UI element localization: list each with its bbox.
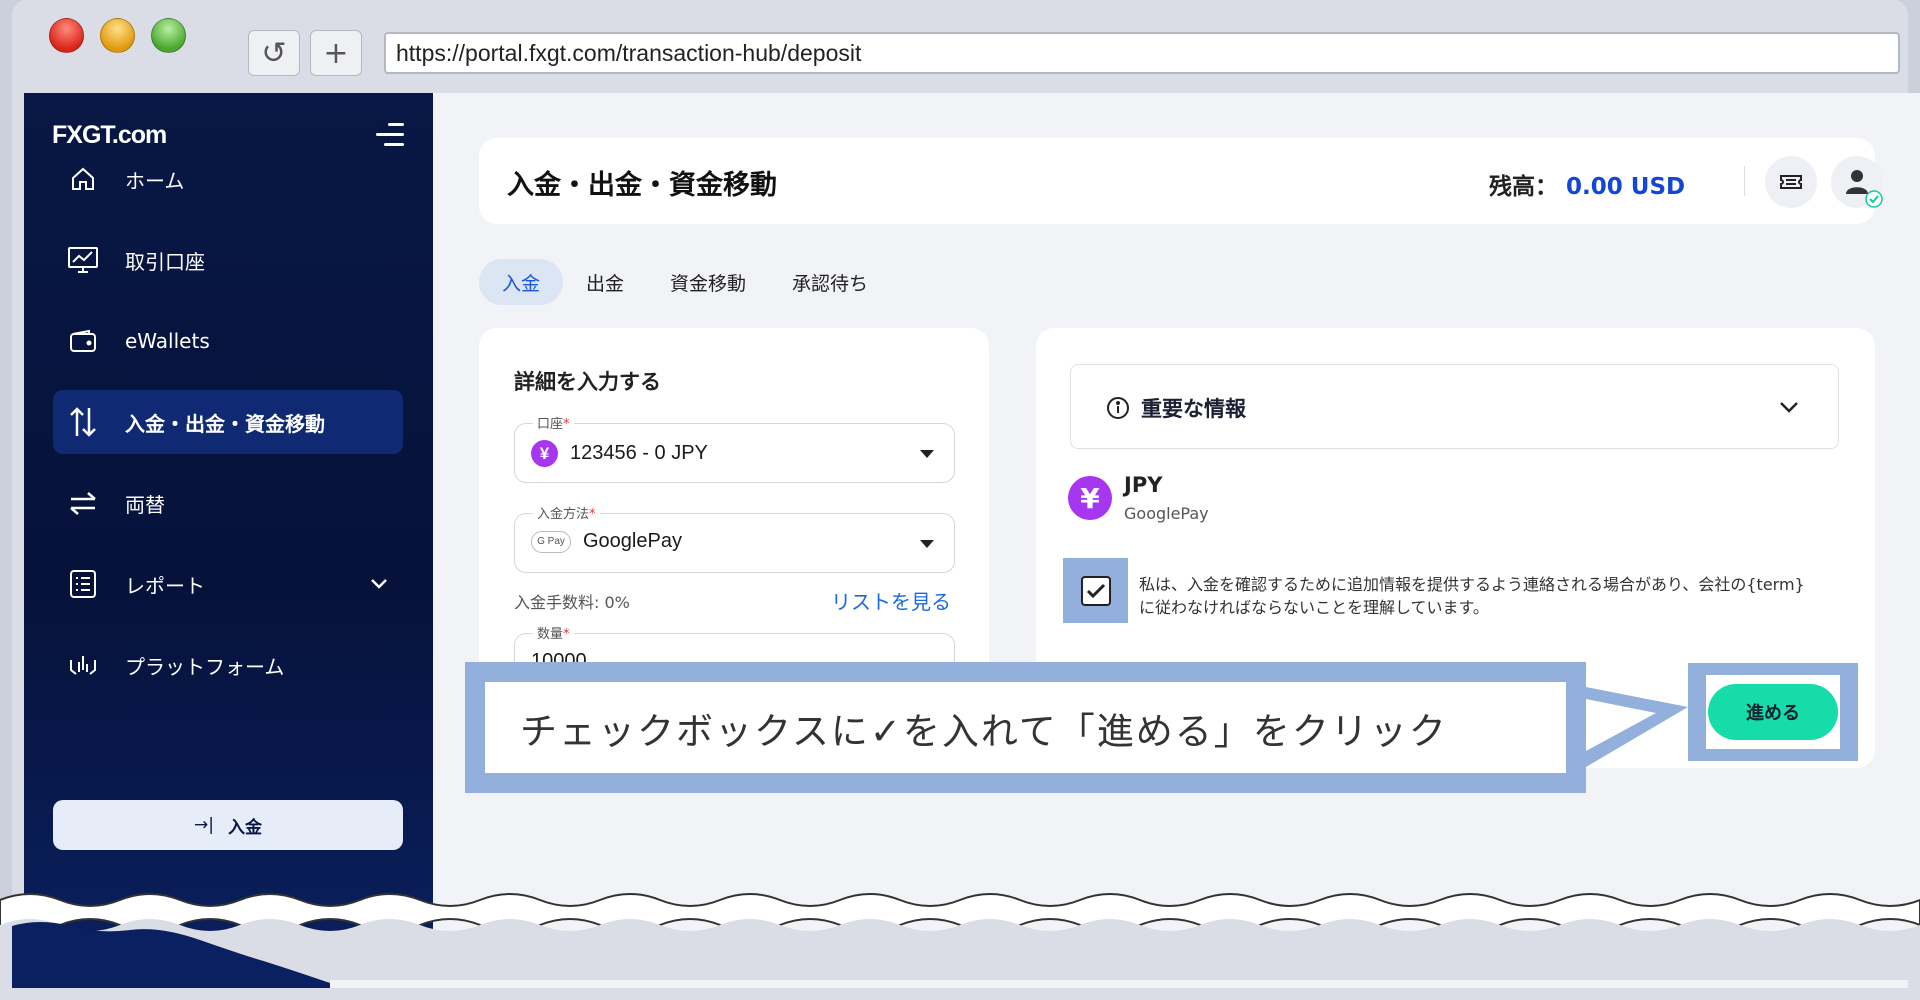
minimize-window-button[interactable] bbox=[100, 18, 135, 53]
account-value-text: 123456 - 0 JPY bbox=[570, 442, 708, 464]
checkmark-icon bbox=[1086, 583, 1105, 598]
payment-method-select[interactable]: 入金方法* G Pay GooglePay bbox=[514, 503, 955, 573]
profile-button[interactable] bbox=[1831, 156, 1883, 208]
amount-label: 数量* bbox=[533, 623, 574, 642]
reload-icon: ↺ bbox=[261, 35, 287, 71]
currency-code: JPY bbox=[1124, 473, 1163, 497]
page-title: 入金・出金・資金移動 bbox=[507, 170, 777, 201]
instruction-text: チェックボックスに✓を入れて「進める」をクリック bbox=[485, 682, 1566, 773]
platform-icon bbox=[65, 647, 101, 683]
fxgt-logo[interactable]: FXGT.com bbox=[52, 121, 167, 150]
header-divider bbox=[1744, 166, 1745, 196]
fee-text: 入金手数料: 0% bbox=[514, 593, 630, 612]
sidebar-item-label: eWallets bbox=[125, 329, 210, 353]
sidebar-item-label: プラットフォーム bbox=[125, 654, 285, 679]
sidebar-item-label: レポート bbox=[125, 573, 205, 598]
sidebar-item-ewallets[interactable]: eWallets bbox=[53, 309, 403, 373]
instruction-callout: チェックボックスに✓を入れて「進める」をクリック bbox=[465, 662, 1586, 793]
tab-deposit[interactable]: 入金 bbox=[479, 259, 564, 305]
tab-transfer[interactable]: 資金移動 bbox=[647, 259, 769, 305]
sidebar-item-label: 入金・出金・資金移動 bbox=[125, 411, 325, 436]
caret-down-icon bbox=[920, 450, 934, 458]
sidebar-item-trading-accounts[interactable]: 取引口座 bbox=[53, 228, 403, 292]
transfer-arrows-icon bbox=[65, 404, 101, 440]
method-value-text: GooglePay bbox=[583, 530, 682, 552]
google-pay-icon: G Pay bbox=[531, 530, 571, 553]
terms-checkbox[interactable] bbox=[1080, 575, 1111, 606]
terms-checkbox-highlight bbox=[1063, 558, 1128, 623]
maximize-window-button[interactable] bbox=[151, 18, 186, 53]
sidebar-deposit-label: 入金 bbox=[227, 817, 262, 838]
page-header: 入金・出金・資金移動 残高： 0.00 USD bbox=[479, 138, 1883, 224]
payment-method-name: GooglePay bbox=[1124, 504, 1209, 523]
reload-button[interactable]: ↺ bbox=[248, 30, 300, 76]
menu-collapse-icon[interactable] bbox=[376, 121, 404, 149]
terms-text: 私は、入金を確認するために追加情報を提供するよう連絡される場合があり、会社の{t… bbox=[1139, 575, 1805, 617]
wallet-icon bbox=[65, 323, 101, 359]
yen-icon: ¥ bbox=[531, 440, 558, 467]
sidebar-item-reports[interactable]: レポート bbox=[53, 552, 403, 616]
balance: 残高： 0.00 USD bbox=[1489, 167, 1685, 201]
important-info-accordion[interactable]: 重要な情報 bbox=[1070, 364, 1839, 449]
info-circle-icon bbox=[1107, 397, 1129, 419]
page-viewport: FXGT.com ホーム 取引口座 eWallets 入金・出金・資金移動 両替… bbox=[24, 93, 1920, 988]
sidebar: FXGT.com ホーム 取引口座 eWallets 入金・出金・資金移動 両替… bbox=[24, 93, 433, 988]
exchange-icon bbox=[65, 485, 101, 521]
method-value: G Pay GooglePay bbox=[531, 530, 682, 553]
sidebar-item-label: ホーム bbox=[125, 168, 185, 193]
torn-edge-decoration bbox=[0, 893, 1920, 1000]
proceed-highlight-inner: 進める bbox=[1706, 675, 1840, 749]
sidebar-item-label: 両替 bbox=[125, 492, 165, 517]
tab-withdraw[interactable]: 出金 bbox=[563, 259, 647, 305]
important-info-title: 重要な情報 bbox=[1141, 397, 1246, 421]
plus-icon: + bbox=[323, 35, 349, 71]
account-label: 口座* bbox=[533, 413, 574, 432]
caret-down-icon bbox=[920, 540, 934, 548]
proceed-button[interactable]: 進める bbox=[1708, 684, 1838, 740]
view-list-link[interactable]: リストを見る bbox=[831, 586, 951, 615]
balance-value: 0.00 USD bbox=[1566, 174, 1686, 200]
account-select[interactable]: 口座* ¥ 123456 - 0 JPY bbox=[514, 413, 955, 483]
balance-label: 残高： bbox=[1489, 174, 1558, 200]
chevron-down-icon bbox=[369, 572, 389, 596]
sidebar-item-platform[interactable]: プラットフォーム bbox=[53, 633, 403, 697]
verified-badge-icon bbox=[1865, 190, 1883, 208]
enter-arrow-icon: →| bbox=[194, 815, 214, 835]
chart-monitor-icon bbox=[65, 242, 101, 278]
sidebar-deposit-button[interactable]: →| 入金 bbox=[53, 800, 403, 850]
close-window-button[interactable] bbox=[49, 18, 84, 53]
tab-pending[interactable]: 承認待ち bbox=[769, 259, 891, 305]
address-bar[interactable]: https://portal.fxgt.com/transaction-hub/… bbox=[384, 32, 1900, 74]
method-label: 入金方法* bbox=[533, 503, 600, 522]
chevron-down-icon bbox=[1780, 402, 1798, 413]
sidebar-item-home[interactable]: ホーム bbox=[53, 147, 403, 211]
ticket-button[interactable] bbox=[1765, 156, 1817, 208]
ticket-icon bbox=[1780, 175, 1802, 189]
form-title: 詳細を入力する bbox=[514, 370, 661, 394]
browser-window: ↺ + https://portal.fxgt.com/transaction-… bbox=[12, 0, 1920, 988]
main-content: 入金・出金・資金移動 残高： 0.00 USD 入金 出金 資金移動 承認待ち … bbox=[433, 93, 1920, 988]
new-tab-button[interactable]: + bbox=[310, 30, 362, 76]
home-icon bbox=[65, 161, 101, 197]
report-list-icon bbox=[65, 566, 101, 602]
proceed-highlight: 進める bbox=[1688, 663, 1858, 761]
transaction-tabs: 入金 出金 資金移動 承認待ち bbox=[479, 259, 891, 305]
sidebar-item-label: 取引口座 bbox=[125, 249, 205, 274]
sidebar-item-transactions[interactable]: 入金・出金・資金移動 bbox=[53, 390, 403, 454]
account-value: ¥ 123456 - 0 JPY bbox=[531, 440, 708, 467]
sidebar-item-exchange[interactable]: 両替 bbox=[53, 471, 403, 535]
callout-pointer bbox=[1586, 687, 1688, 767]
jpy-currency-icon: ¥ bbox=[1068, 476, 1112, 520]
